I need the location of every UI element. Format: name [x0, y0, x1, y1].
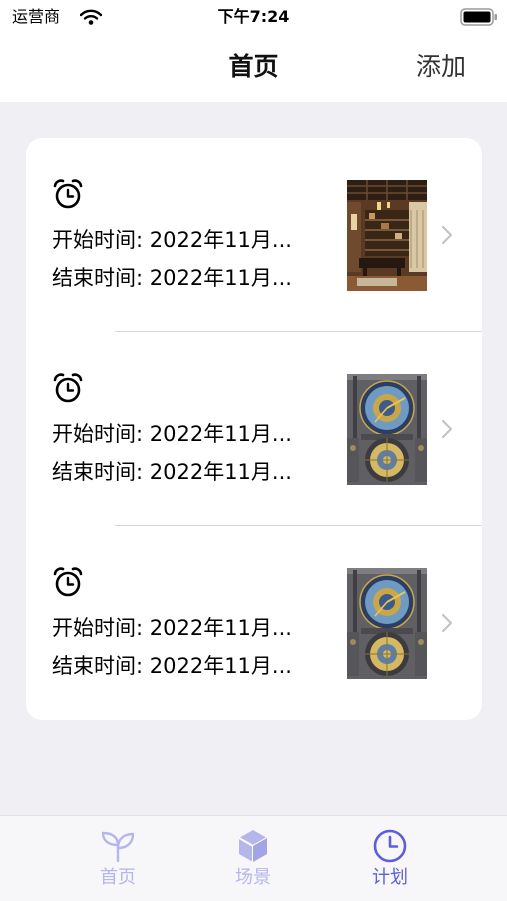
chevron-right-icon: [440, 612, 454, 634]
status-time: 下午7:24: [217, 7, 290, 26]
cube-icon: [238, 830, 268, 862]
tab-scene-label: 场景: [235, 867, 271, 888]
sprout-icon: [101, 831, 135, 863]
add-button[interactable]: 添加: [405, 50, 477, 84]
alarm-clock-icon: [52, 178, 84, 210]
plan-thumbnail: [347, 568, 427, 679]
battery-icon: [460, 8, 497, 26]
chevron-right-icon: [440, 224, 454, 246]
chevron-right-icon: [440, 418, 454, 440]
clock-icon: [373, 829, 407, 863]
alarm-clock-icon: [52, 372, 84, 404]
plan-start-time: 开始时间: 2022年11月...: [52, 228, 292, 252]
navigation-bar: 首页 添加: [0, 36, 507, 102]
plan-thumbnail: [347, 374, 427, 485]
plan-end-time: 结束时间: 2022年11月...: [52, 654, 292, 678]
tab-home[interactable]: 首页: [68, 816, 168, 901]
plan-start-time: 开始时间: 2022年11月...: [52, 616, 292, 640]
tab-bar: 首页 场景 计划: [0, 815, 507, 901]
plan-start-time: 开始时间: 2022年11月...: [52, 422, 292, 446]
plan-end-time: 结束时间: 2022年11月...: [52, 460, 292, 484]
tab-home-label: 首页: [100, 867, 136, 888]
plan-list: 开始时间: 2022年11月... 结束时间: 2022年11月... 开始时间…: [26, 138, 482, 720]
plan-thumbnail: [347, 180, 427, 291]
plan-row[interactable]: 开始时间: 2022年11月... 结束时间: 2022年11月...: [26, 332, 482, 526]
tab-scene[interactable]: 场景: [203, 816, 303, 901]
plan-row[interactable]: 开始时间: 2022年11月... 结束时间: 2022年11月...: [26, 526, 482, 720]
tab-plan[interactable]: 计划: [340, 816, 440, 901]
status-bar: 运营商 下午7:24: [0, 0, 507, 36]
plan-end-time: 结束时间: 2022年11月...: [52, 266, 292, 290]
tab-plan-label: 计划: [372, 867, 408, 888]
plan-row[interactable]: 开始时间: 2022年11月... 结束时间: 2022年11月...: [26, 138, 482, 332]
alarm-clock-icon: [52, 566, 84, 598]
